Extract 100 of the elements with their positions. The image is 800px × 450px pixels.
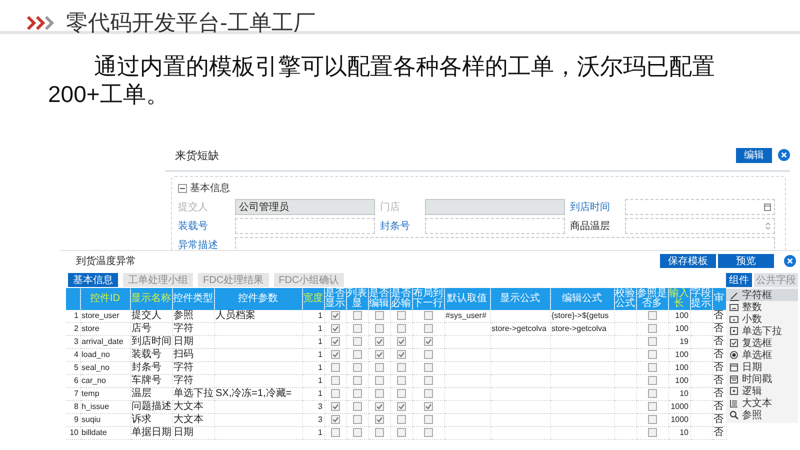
radio-icon (729, 350, 739, 360)
edit-button[interactable]: 编辑 (736, 148, 772, 162)
checkbox[interactable] (352, 402, 362, 411)
table-cell: 1000 (670, 402, 688, 411)
component-item[interactable]: 单选下拉 (726, 325, 798, 337)
checkbox[interactable] (648, 388, 656, 398)
checkbox[interactable] (352, 428, 362, 437)
checkbox[interactable] (396, 388, 406, 398)
table-cell: 车牌号 (132, 375, 162, 386)
checkbox[interactable] (396, 414, 406, 424)
checkbox[interactable] (396, 350, 406, 359)
component-item[interactable]: 整数 (726, 301, 798, 313)
checkbox[interactable] (396, 324, 406, 333)
component-item[interactable]: 大文本 (726, 397, 798, 409)
checkbox[interactable] (352, 388, 362, 398)
checkbox[interactable] (648, 310, 656, 320)
checkbox[interactable] (352, 350, 362, 359)
checkbox[interactable] (374, 362, 384, 372)
component-item[interactable]: 日期 (726, 361, 798, 373)
checkbox[interactable] (352, 414, 362, 424)
row-number: 4 (74, 350, 78, 359)
component-item[interactable]: 复选框 (726, 337, 798, 349)
checkbox[interactable] (648, 324, 656, 333)
table-cell: 装载号 (132, 349, 162, 360)
checkbox[interactable] (330, 350, 340, 359)
checkbox[interactable] (352, 376, 362, 385)
checkbox[interactable] (424, 388, 432, 398)
component-item[interactable]: 参照 (726, 409, 798, 421)
input-field[interactable] (625, 199, 775, 215)
checkbox[interactable] (374, 324, 384, 333)
table-cell: 参照 (174, 310, 194, 321)
checkbox[interactable] (330, 310, 340, 320)
input-field[interactable] (235, 218, 375, 234)
checkbox[interactable] (424, 350, 432, 359)
checkbox[interactable] (352, 362, 362, 372)
checkbox[interactable] (330, 414, 340, 424)
checkbox[interactable] (352, 310, 362, 320)
toolbar-button[interactable]: 保存模板 (660, 254, 716, 268)
field-label: 门店 (380, 200, 401, 214)
column-header: 编辑公式 (550, 288, 614, 310)
component-item[interactable]: 时间戳 (726, 373, 798, 385)
checkbox[interactable] (396, 336, 406, 346)
tab[interactable]: 组件 (726, 273, 752, 287)
checkbox[interactable] (374, 402, 384, 411)
checkbox[interactable] (648, 428, 656, 437)
toolbar-button[interactable]: 预览 (718, 254, 774, 268)
checkbox[interactable] (330, 402, 340, 411)
column-header: 布局到下一行 (412, 288, 444, 310)
close-icon[interactable] (778, 149, 790, 161)
checkbox[interactable] (352, 324, 362, 333)
checkbox[interactable] (352, 336, 362, 346)
pencil-icon (729, 290, 739, 300)
checkbox[interactable] (374, 376, 384, 385)
checkbox[interactable] (330, 428, 340, 437)
checkbox[interactable] (648, 350, 656, 359)
checkbox[interactable] (330, 376, 340, 385)
component-item[interactable]: 小数 (726, 313, 798, 325)
table-cell: 1 (318, 337, 322, 346)
checkbox[interactable] (424, 428, 432, 437)
checkbox[interactable] (396, 402, 406, 411)
checkbox[interactable] (424, 310, 432, 320)
checkbox[interactable] (396, 362, 406, 372)
checkbox[interactable] (424, 336, 432, 346)
table-cell: store_user (82, 311, 120, 320)
checkbox[interactable] (330, 362, 340, 372)
checkbox[interactable] (648, 336, 656, 346)
checkbox[interactable] (374, 350, 384, 359)
checkbox[interactable] (396, 376, 406, 385)
checkbox[interactable] (374, 428, 384, 437)
checkbox[interactable] (396, 310, 406, 320)
checkbox[interactable] (648, 414, 656, 424)
checkbox[interactable] (330, 324, 340, 333)
checkbox[interactable] (396, 428, 406, 437)
checkbox[interactable] (424, 414, 432, 424)
close-icon[interactable] (784, 255, 796, 267)
column-header: 审 (712, 288, 726, 310)
input-field[interactable] (625, 218, 775, 234)
component-item[interactable]: 逻辑 (726, 385, 798, 397)
checkbox[interactable] (424, 376, 432, 385)
checkbox[interactable] (374, 414, 384, 424)
tab[interactable]: 基本信息 (68, 273, 118, 287)
checkbox[interactable] (374, 336, 384, 346)
checkbox[interactable] (374, 388, 384, 398)
checkbox[interactable] (374, 310, 384, 320)
table-cell: temp (82, 389, 100, 398)
checkbox[interactable] (648, 402, 656, 411)
table-cell: car_no (82, 376, 106, 385)
checkbox[interactable] (424, 324, 432, 333)
checkbox[interactable] (648, 362, 656, 372)
component-item[interactable]: 单选框 (726, 349, 798, 361)
checkbox[interactable] (424, 402, 432, 411)
table-cell: 大文本 (174, 414, 204, 425)
input-field[interactable] (425, 218, 565, 234)
checkbox[interactable] (424, 362, 432, 372)
collapse-icon[interactable] (178, 184, 187, 192)
checkbox[interactable] (330, 388, 340, 398)
checkbox[interactable] (648, 376, 656, 385)
checkbox[interactable] (330, 336, 340, 346)
table-cell: 问题描述 (132, 401, 171, 412)
component-item[interactable]: 字符框 (726, 289, 798, 301)
